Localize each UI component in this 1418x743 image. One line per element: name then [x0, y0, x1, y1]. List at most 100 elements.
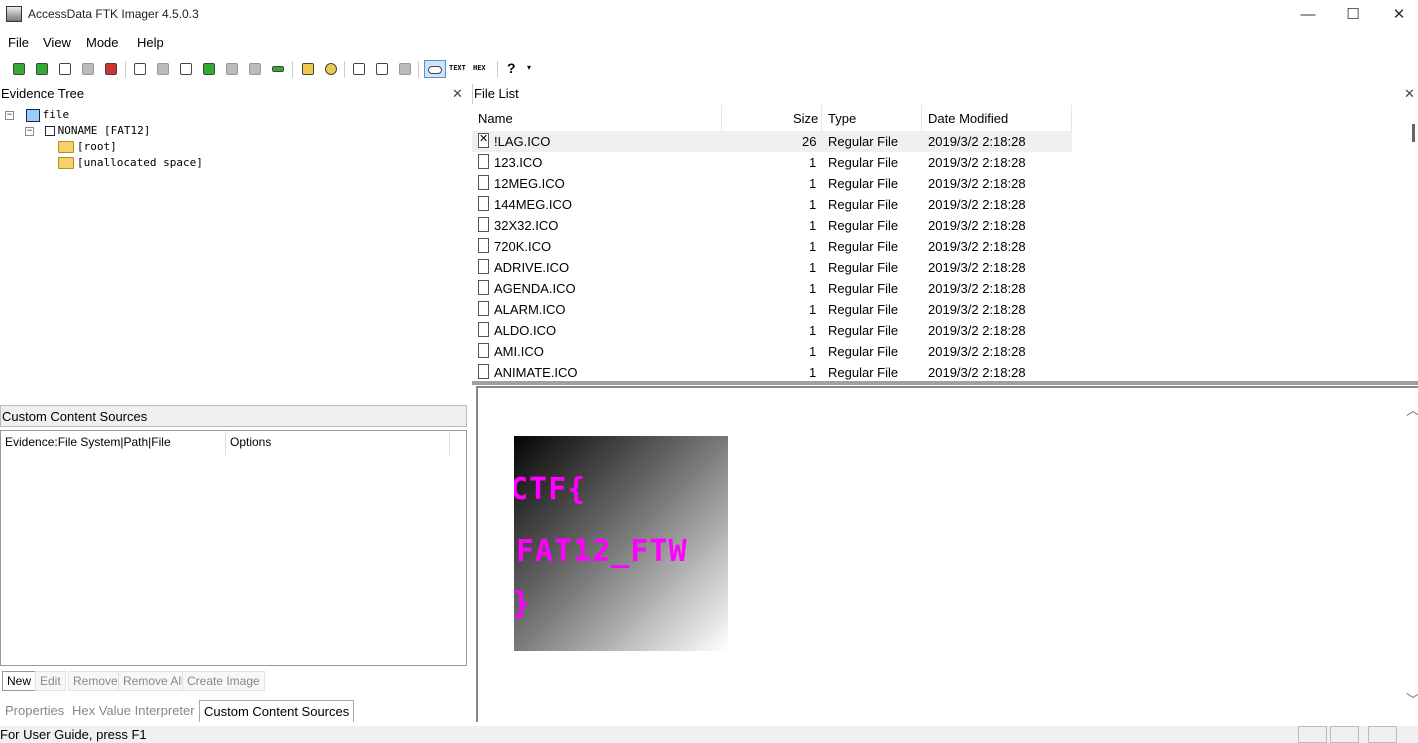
column-divider[interactable]	[225, 431, 226, 455]
table-row[interactable]: ALDO.ICO 1 Regular File 2019/3/2 2:18:28	[472, 320, 1072, 341]
tree-item-file[interactable]: − file	[5, 107, 69, 123]
text-view-icon[interactable]: TEXT	[448, 60, 470, 78]
file-list-title: File List	[472, 84, 1418, 104]
add-to-custom-content-icon[interactable]	[200, 60, 218, 78]
file-type: Regular File	[828, 302, 899, 317]
file-icon	[478, 238, 489, 253]
table-row[interactable]: 12MEG.ICO 1 Regular File 2019/3/2 2:18:2…	[472, 173, 1072, 194]
table-row[interactable]: 123.ICO 1 Regular File 2019/3/2 2:18:28	[472, 152, 1072, 173]
collapse-icon[interactable]: −	[25, 126, 34, 136]
file-name: ADRIVE.ICO	[494, 260, 570, 275]
add-all-evidence-icon[interactable]	[33, 60, 51, 78]
menu-help[interactable]: Help	[137, 35, 164, 50]
folder-icon	[58, 141, 74, 153]
export-disk-image-icon[interactable]	[154, 60, 172, 78]
help-icon[interactable]: ?	[503, 60, 521, 78]
create-custom-content-image-icon[interactable]	[223, 60, 241, 78]
close-evidence-tree-icon[interactable]: ✕	[452, 86, 463, 102]
detect-encryption-icon[interactable]	[322, 60, 340, 78]
file-size: 1	[809, 281, 817, 296]
column-divider[interactable]	[1071, 105, 1072, 131]
hex-view-icon[interactable]: HEX	[472, 60, 494, 78]
create-disk-image-icon[interactable]	[131, 60, 149, 78]
file-name: ALDO.ICO	[494, 323, 557, 338]
new-button[interactable]: New	[2, 671, 37, 691]
create-image-button[interactable]: Create Image	[182, 671, 265, 691]
table-row[interactable]: !LAG.ICO 26 Regular File 2019/3/2 2:18:2…	[472, 131, 1072, 152]
file-size: 1	[809, 239, 817, 254]
file-list-scrollbar[interactable]	[1412, 124, 1415, 142]
table-row[interactable]: ANIMATE.ICO 1 Regular File 2019/3/2 2:18…	[472, 362, 1072, 381]
maximize-button[interactable]: ☐	[1330, 0, 1376, 30]
remove-all-evidence-icon[interactable]	[102, 60, 120, 78]
decrypt-icon[interactable]	[246, 60, 264, 78]
pane-splitter[interactable]	[472, 381, 1418, 385]
image-mounting-icon[interactable]	[56, 60, 74, 78]
folder-icon	[58, 157, 74, 169]
menu-mode[interactable]: Mode	[86, 35, 119, 50]
file-name: AGENDA.ICO	[494, 281, 576, 296]
close-file-list-icon[interactable]: ✕	[1404, 86, 1415, 102]
obtain-protected-files-icon[interactable]	[299, 60, 317, 78]
column-header-name[interactable]: Name	[478, 105, 513, 131]
file-type: Regular File	[828, 323, 899, 338]
file-icon	[478, 280, 489, 295]
column-header-size[interactable]: Size	[793, 105, 818, 131]
column-divider[interactable]	[449, 431, 450, 455]
table-row[interactable]: ALARM.ICO 1 Regular File 2019/3/2 2:18:2…	[472, 299, 1072, 320]
preview-text-line: FAT12_FTW	[516, 534, 688, 569]
remove-all-button[interactable]: Remove All	[118, 671, 189, 691]
tree-item-root[interactable]: [root]	[58, 139, 117, 155]
file-type: Regular File	[828, 218, 899, 233]
scroll-down-icon[interactable]: ﹀	[1406, 690, 1418, 710]
capture-memory-icon[interactable]	[269, 60, 287, 78]
tree-item-noname-fat12[interactable]: − NONAME [FAT12]	[25, 123, 150, 139]
column-divider[interactable]	[921, 105, 922, 131]
column-header-date-modified[interactable]: Date Modified	[928, 105, 1008, 131]
column-header-evidence[interactable]: Evidence:File System|Path|File	[5, 435, 171, 449]
scroll-up-icon[interactable]: ︿	[1406, 400, 1418, 420]
file-date: 2019/3/2 2:18:28	[928, 365, 1026, 380]
add-evidence-icon[interactable]	[10, 60, 28, 78]
file-list: Name Size Type Date Modified !LAG.ICO 26…	[472, 105, 1418, 381]
natural-view-icon[interactable]	[424, 60, 446, 78]
table-row[interactable]: 32X32.ICO 1 Regular File 2019/3/2 2:18:2…	[472, 215, 1072, 236]
table-row[interactable]: AGENDA.ICO 1 Regular File 2019/3/2 2:18:…	[472, 278, 1072, 299]
evidence-tree-title: Evidence Tree	[0, 84, 467, 104]
export-hash-list-icon[interactable]	[373, 60, 391, 78]
edit-button[interactable]: Edit	[35, 671, 66, 691]
file-date: 2019/3/2 2:18:28	[928, 176, 1026, 191]
column-header-options[interactable]: Options	[230, 435, 271, 449]
file-icon	[478, 343, 489, 358]
export-directory-listing-icon[interactable]	[396, 60, 414, 78]
minimize-button[interactable]: —	[1285, 0, 1331, 30]
export-logical-image-icon[interactable]	[177, 60, 195, 78]
table-row[interactable]: ADRIVE.ICO 1 Regular File 2019/3/2 2:18:…	[472, 257, 1072, 278]
file-icon	[478, 301, 489, 316]
table-row[interactable]: AMI.ICO 1 Regular File 2019/3/2 2:18:28	[472, 341, 1072, 362]
remove-button[interactable]: Remove	[68, 671, 123, 691]
column-divider[interactable]	[821, 105, 822, 131]
tab-properties[interactable]: Properties	[1, 700, 68, 722]
column-divider[interactable]	[721, 105, 722, 131]
collapse-icon[interactable]: −	[5, 110, 14, 120]
column-header-type[interactable]: Type	[828, 105, 856, 131]
custom-content-sources-grid: Evidence:File System|Path|File Options	[0, 430, 467, 666]
tree-item-unallocated-space[interactable]: [unallocated space]	[58, 155, 203, 171]
file-type: Regular File	[828, 155, 899, 170]
file-size: 1	[809, 218, 817, 233]
table-row[interactable]: 144MEG.ICO 1 Regular File 2019/3/2 2:18:…	[472, 194, 1072, 215]
toolbar-separator	[344, 61, 345, 78]
menu-view[interactable]: View	[43, 35, 71, 50]
title-bar: AccessData FTK Imager 4.5.0.3 — ☐ ✕	[0, 0, 1418, 30]
menu-file[interactable]: File	[8, 35, 29, 50]
file-date: 2019/3/2 2:18:28	[928, 155, 1026, 170]
tab-custom-content-sources[interactable]: Custom Content Sources	[199, 700, 355, 722]
close-window-button[interactable]: ✕	[1376, 0, 1418, 30]
toolbar-overflow-icon[interactable]: ▾	[525, 60, 535, 78]
tab-hex-value-interpreter[interactable]: Hex Value Interpreter	[68, 700, 199, 722]
export-files-icon[interactable]	[350, 60, 368, 78]
remove-evidence-icon[interactable]	[79, 60, 97, 78]
status-pane	[1298, 726, 1327, 743]
table-row[interactable]: 720K.ICO 1 Regular File 2019/3/2 2:18:28	[472, 236, 1072, 257]
